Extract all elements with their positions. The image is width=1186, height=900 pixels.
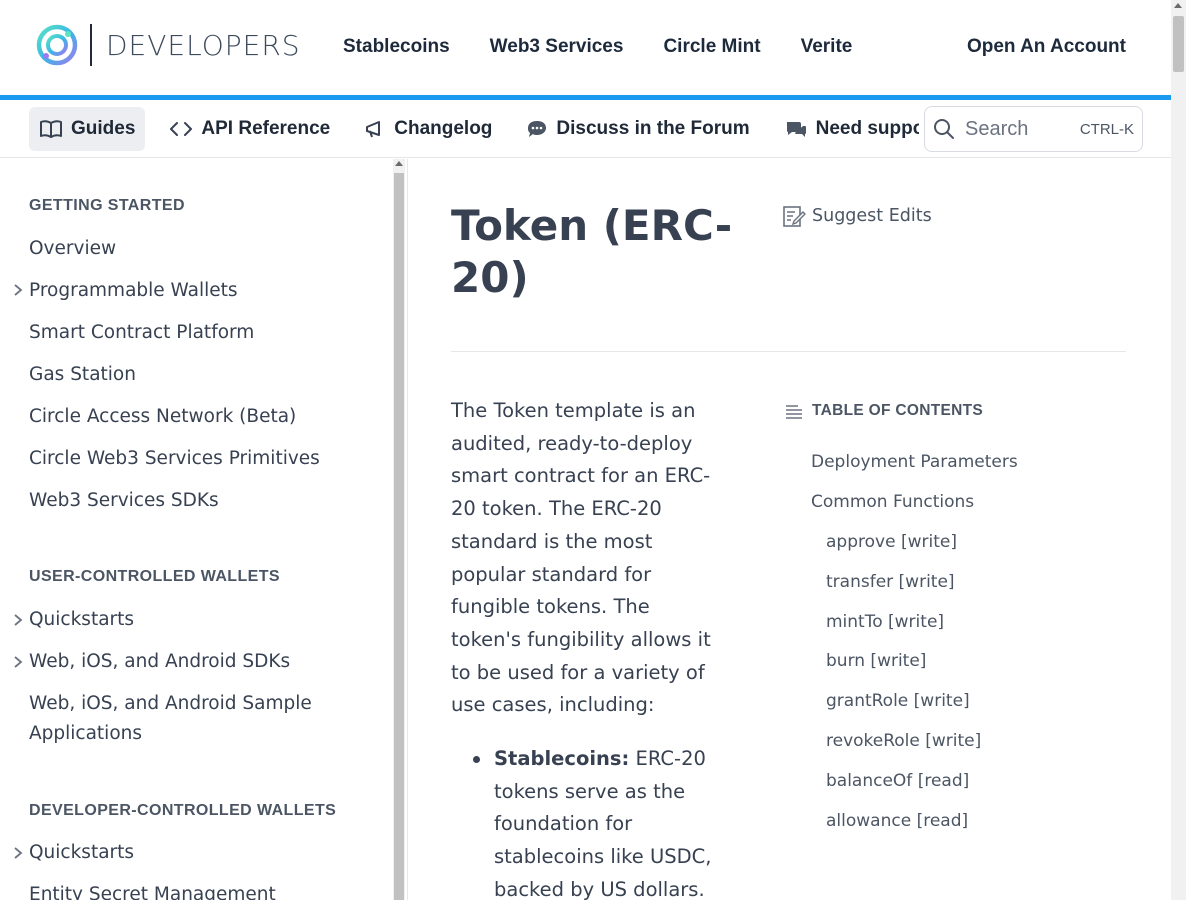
window-scrollbar[interactable] (1171, 0, 1186, 900)
search-shortcut: CTRL-K (1079, 120, 1134, 138)
nav-circle-mint[interactable]: Circle Mint (663, 36, 760, 58)
sidebar-item-web3-primitives[interactable]: Circle Web3 Services Primitives (29, 444, 359, 474)
toc-header: TABLE OF CONTENTS (784, 402, 983, 420)
chevron-right-icon[interactable] (13, 655, 23, 673)
list-item: Stablecoins: ERC-20 tokens serve as the … (451, 743, 726, 900)
toc-item-common-functions[interactable]: Common Functions (811, 492, 974, 512)
logo-text: DEVELOPERS (106, 28, 301, 62)
tab-changelog[interactable]: Changelog (354, 107, 502, 151)
open-account-link[interactable]: Open An Account (967, 36, 1126, 58)
sidebar-scroll-thumb[interactable] (394, 173, 404, 900)
search-input[interactable]: Search CTRL-K (924, 106, 1143, 152)
sidebar-item-entity-secret[interactable]: Entity Secret Management (29, 880, 359, 900)
tab-support-label: Need support? (815, 118, 919, 139)
suggest-edits-label: Suggest Edits (812, 206, 932, 226)
sidebar-item-quickstarts-developer[interactable]: Quickstarts (29, 838, 359, 868)
tab-forum[interactable]: Discuss in the Forum (516, 107, 759, 151)
sidebar: GETTING STARTED Overview Programmable Wa… (0, 159, 393, 900)
intro-paragraph: The Token template is an audited, ready-… (451, 399, 711, 717)
chevron-right-icon[interactable] (13, 613, 23, 631)
use-case-list: Stablecoins: ERC-20 tokens serve as the … (451, 743, 726, 900)
bullet-bold: Stablecoins: (494, 747, 630, 770)
sidebar-section-user-controlled-wallets: USER-CONTROLLED WALLETS (29, 568, 280, 585)
sidebar-item-programmable-wallets[interactable]: Programmable Wallets (29, 276, 359, 306)
top-nav: Stablecoins Web3 Services Circle Mint Ve… (343, 36, 852, 58)
toc-heading: TABLE OF CONTENTS (812, 402, 983, 419)
toc-item-mintto[interactable]: mintTo [write] (826, 612, 944, 632)
toc-item-grantrole[interactable]: grantRole [write] (826, 691, 970, 711)
toc-item-revokerole[interactable]: revokeRole [write] (826, 731, 981, 751)
sidebar-item-sample-apps[interactable]: Web, iOS, and Android Sample Application… (29, 689, 359, 749)
main-divider (407, 159, 408, 900)
circle-developers-logo[interactable]: DEVELOPERS (36, 24, 301, 66)
scroll-up-arrow-icon[interactable] (395, 161, 403, 166)
toc-item-transfer[interactable]: transfer [write] (826, 572, 955, 592)
sidebar-item-overview[interactable]: Overview (29, 234, 359, 264)
chat-bubbles-icon (786, 122, 806, 137)
toc-item-deployment-parameters[interactable]: Deployment Parameters (811, 452, 1018, 472)
book-icon (40, 120, 62, 138)
chevron-right-icon[interactable] (13, 283, 23, 301)
tab-api-reference-label: API Reference (201, 118, 331, 139)
search-placeholder: Search (965, 117, 1029, 140)
edit-document-icon (783, 206, 806, 227)
tab-guides-label: Guides (71, 118, 136, 139)
window-scroll-thumb[interactable] (1173, 16, 1184, 72)
sidebar-item-web3-sdks[interactable]: Web3 Services SDKs (29, 486, 359, 516)
nav-stablecoins[interactable]: Stablecoins (343, 36, 450, 58)
top-header: DEVELOPERS Stablecoins Web3 Services Cir… (0, 0, 1171, 96)
tab-changelog-label: Changelog (394, 118, 493, 139)
nav-web3-services[interactable]: Web3 Services (490, 36, 624, 58)
toc-item-allowance[interactable]: allowance [read] (826, 811, 968, 831)
suggest-edits-button[interactable]: Suggest Edits (782, 204, 932, 228)
sidebar-item-gas-station[interactable]: Gas Station (29, 360, 359, 390)
sidebar-section-getting-started: GETTING STARTED (29, 197, 185, 214)
toc-item-approve[interactable]: approve [write] (826, 532, 957, 552)
logo-divider (90, 24, 92, 66)
sidebar-item-circle-access-network[interactable]: Circle Access Network (Beta) (29, 402, 359, 432)
tab-api-reference[interactable]: API Reference (159, 107, 340, 151)
tab-forum-label: Discuss in the Forum (556, 118, 750, 139)
sidebar-item-smart-contract-platform[interactable]: Smart Contract Platform (29, 318, 359, 348)
page-title: Token (ERC-20) (451, 201, 733, 302)
window-scroll-up-icon[interactable] (1174, 3, 1182, 8)
chat-bubble-icon (528, 121, 547, 137)
sub-nav: Guides API Reference Changelog Discuss i… (0, 100, 1171, 158)
sidebar-section-developer-controlled-wallets: DEVELOPER-CONTROLLED WALLETS (29, 802, 337, 819)
list-icon (786, 405, 802, 419)
toc-item-burn[interactable]: burn [write] (826, 651, 926, 671)
sidebar-item-sdks[interactable]: Web, iOS, and Android SDKs (29, 647, 359, 677)
megaphone-icon (366, 121, 381, 138)
chevron-right-icon[interactable] (13, 846, 23, 864)
sidebar-item-quickstarts-user[interactable]: Quickstarts (29, 605, 359, 635)
toc-item-balanceof[interactable]: balanceOf [read] (826, 771, 969, 791)
search-icon (934, 119, 954, 139)
title-divider (451, 351, 1126, 352)
nav-verite[interactable]: Verite (801, 36, 853, 58)
tab-guides[interactable]: Guides (29, 107, 146, 151)
tab-support[interactable]: Need support? (774, 107, 919, 151)
code-icon (170, 122, 193, 136)
circle-logo-icon (36, 24, 78, 66)
